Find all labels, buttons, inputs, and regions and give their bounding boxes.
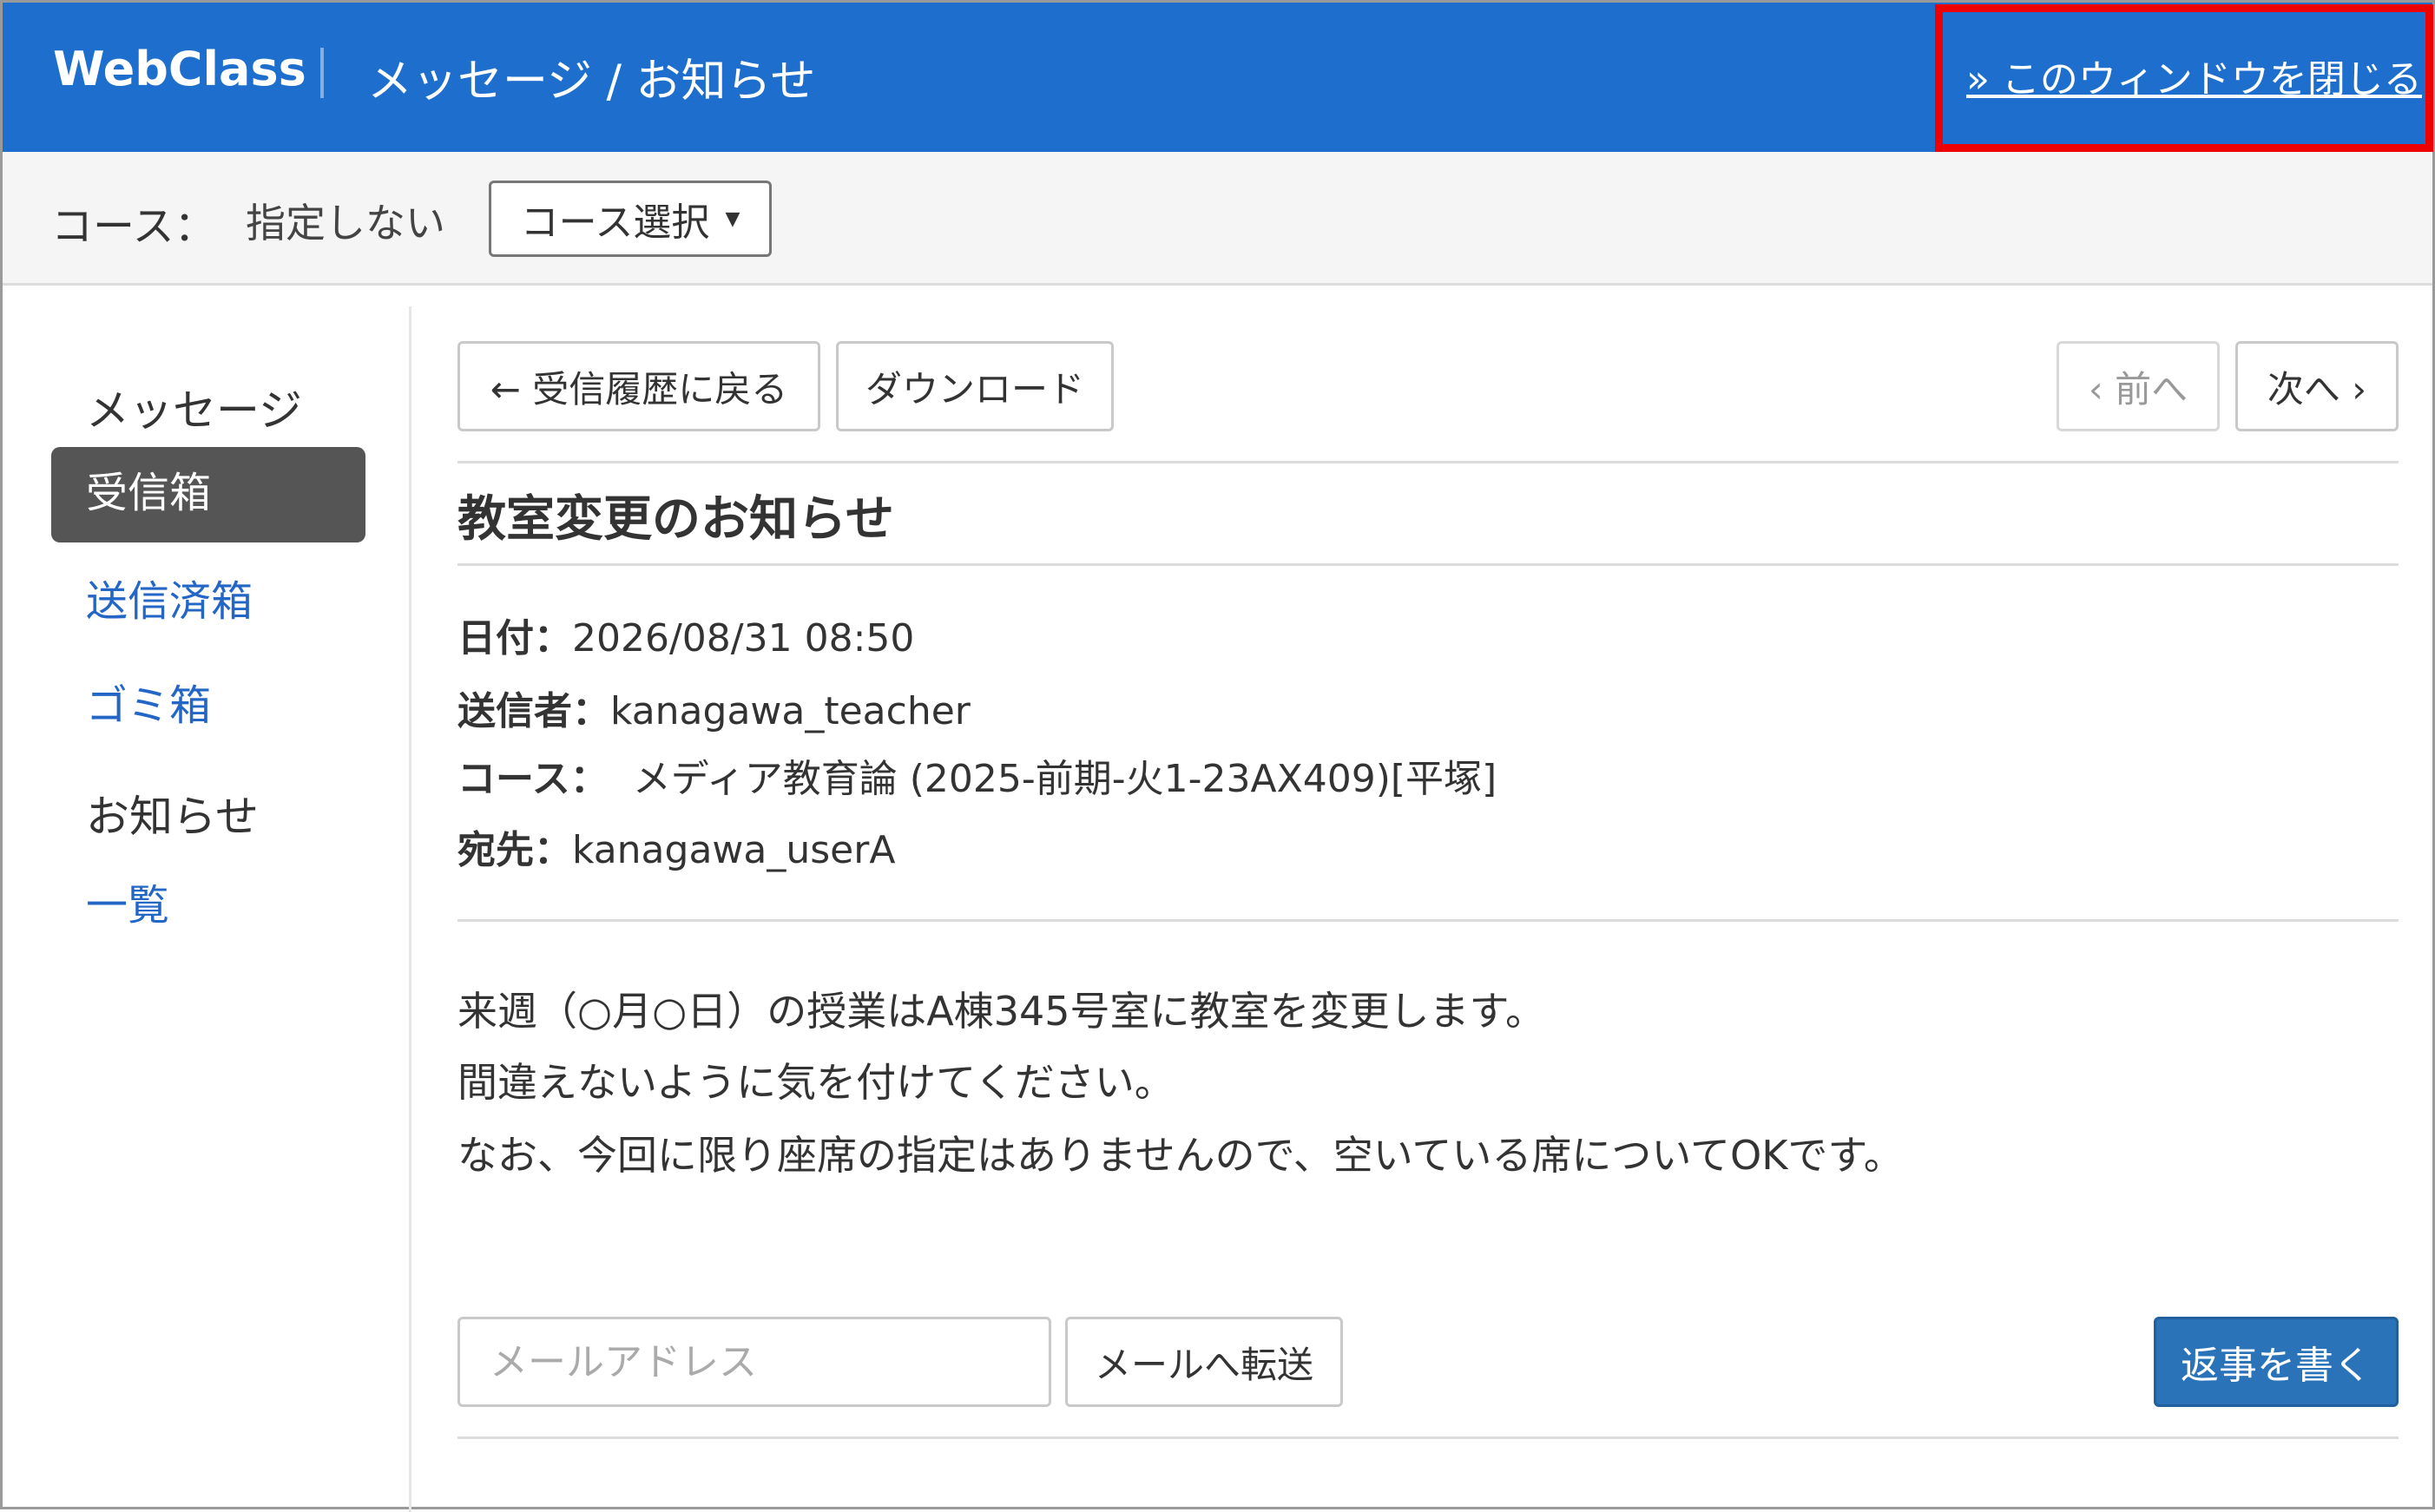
message-to-row: 宛先：kanagawa_userA xyxy=(457,818,895,874)
course-value: 指定しない xyxy=(246,200,445,247)
download-button[interactable]: ダウンロード xyxy=(836,341,1114,431)
message-window: WebClass メッセージ / お知らせ » このウィンドウを閉じる コース：… xyxy=(0,0,2435,1512)
sender-value: kanagawa_teacher xyxy=(610,689,971,733)
message-sender-row: 送信者：kanagawa_teacher xyxy=(457,680,971,735)
header-separator xyxy=(320,48,324,98)
course-row-label: コース： xyxy=(457,757,609,801)
course-select-label: コース選択 xyxy=(520,201,710,245)
to-value: kanagawa_userA xyxy=(572,828,896,872)
message-title: 教室変更のお知らせ xyxy=(457,491,894,548)
course-label: コース： xyxy=(51,202,216,251)
divider xyxy=(457,461,2399,463)
sidebar-divider xyxy=(409,306,411,1512)
brand-logo: WebClass xyxy=(53,42,306,96)
app-header: WebClass メッセージ / お知らせ » このウィンドウを閉じる xyxy=(3,3,2433,152)
forward-to-email-button[interactable]: メールへ転送 xyxy=(1065,1317,1343,1407)
to-label: 宛先： xyxy=(457,828,572,872)
sidebar-heading-messages: メッセージ xyxy=(86,385,302,436)
divider xyxy=(457,919,2399,922)
sidebar-item-trash[interactable]: ゴミ箱 xyxy=(86,671,211,732)
message-date-row: 日付：2026/08/31 08:50 xyxy=(457,607,914,662)
date-label: 日付： xyxy=(457,616,572,661)
divider xyxy=(457,563,2399,566)
sidebar-item-inbox[interactable]: 受信箱 xyxy=(51,447,365,542)
message-body-line: 間違えないように気を付けてください。 xyxy=(457,1059,1175,1106)
reply-button[interactable]: 返事を書く xyxy=(2154,1317,2399,1407)
course-select-button[interactable]: コース選択 ▼ xyxy=(489,181,772,257)
sidebar-item-notice-list[interactable]: 一覧 xyxy=(86,871,169,931)
sidebar-heading-notices: お知らせ xyxy=(86,792,259,842)
sender-label: 送信者： xyxy=(457,689,610,733)
course-row-value: メディア教育論 (2025-前期-火1-23AX409)[平塚] xyxy=(632,757,1497,801)
sidebar-item-sent[interactable]: 送信済箱 xyxy=(86,567,253,628)
course-bar: コース： 指定しない コース選択 ▼ xyxy=(3,152,2432,286)
next-button[interactable]: 次へ › xyxy=(2235,341,2399,431)
back-to-inbox-button[interactable]: ← 受信履歴に戻る xyxy=(457,341,820,431)
page-title: メッセージ / お知らせ xyxy=(367,56,816,108)
caret-down-icon: ▼ xyxy=(725,207,740,230)
prev-button[interactable]: ‹ 前へ xyxy=(2057,341,2220,431)
close-window-link[interactable]: » このウィンドウを閉じる xyxy=(1966,48,2422,103)
date-value: 2026/08/31 08:50 xyxy=(572,616,915,661)
message-body-line: 来週（○月○日）の授業はA棟345号室に教室を変更します。 xyxy=(457,988,1545,1035)
email-address-input[interactable] xyxy=(457,1317,1051,1407)
message-course-row: コース： メディア教育論 (2025-前期-火1-23AX409)[平塚] xyxy=(457,747,1497,803)
divider xyxy=(457,1436,2399,1439)
message-body-line: なお、今回に限り座席の指定はありませんので、空いている席についてOKです。 xyxy=(457,1132,1904,1179)
